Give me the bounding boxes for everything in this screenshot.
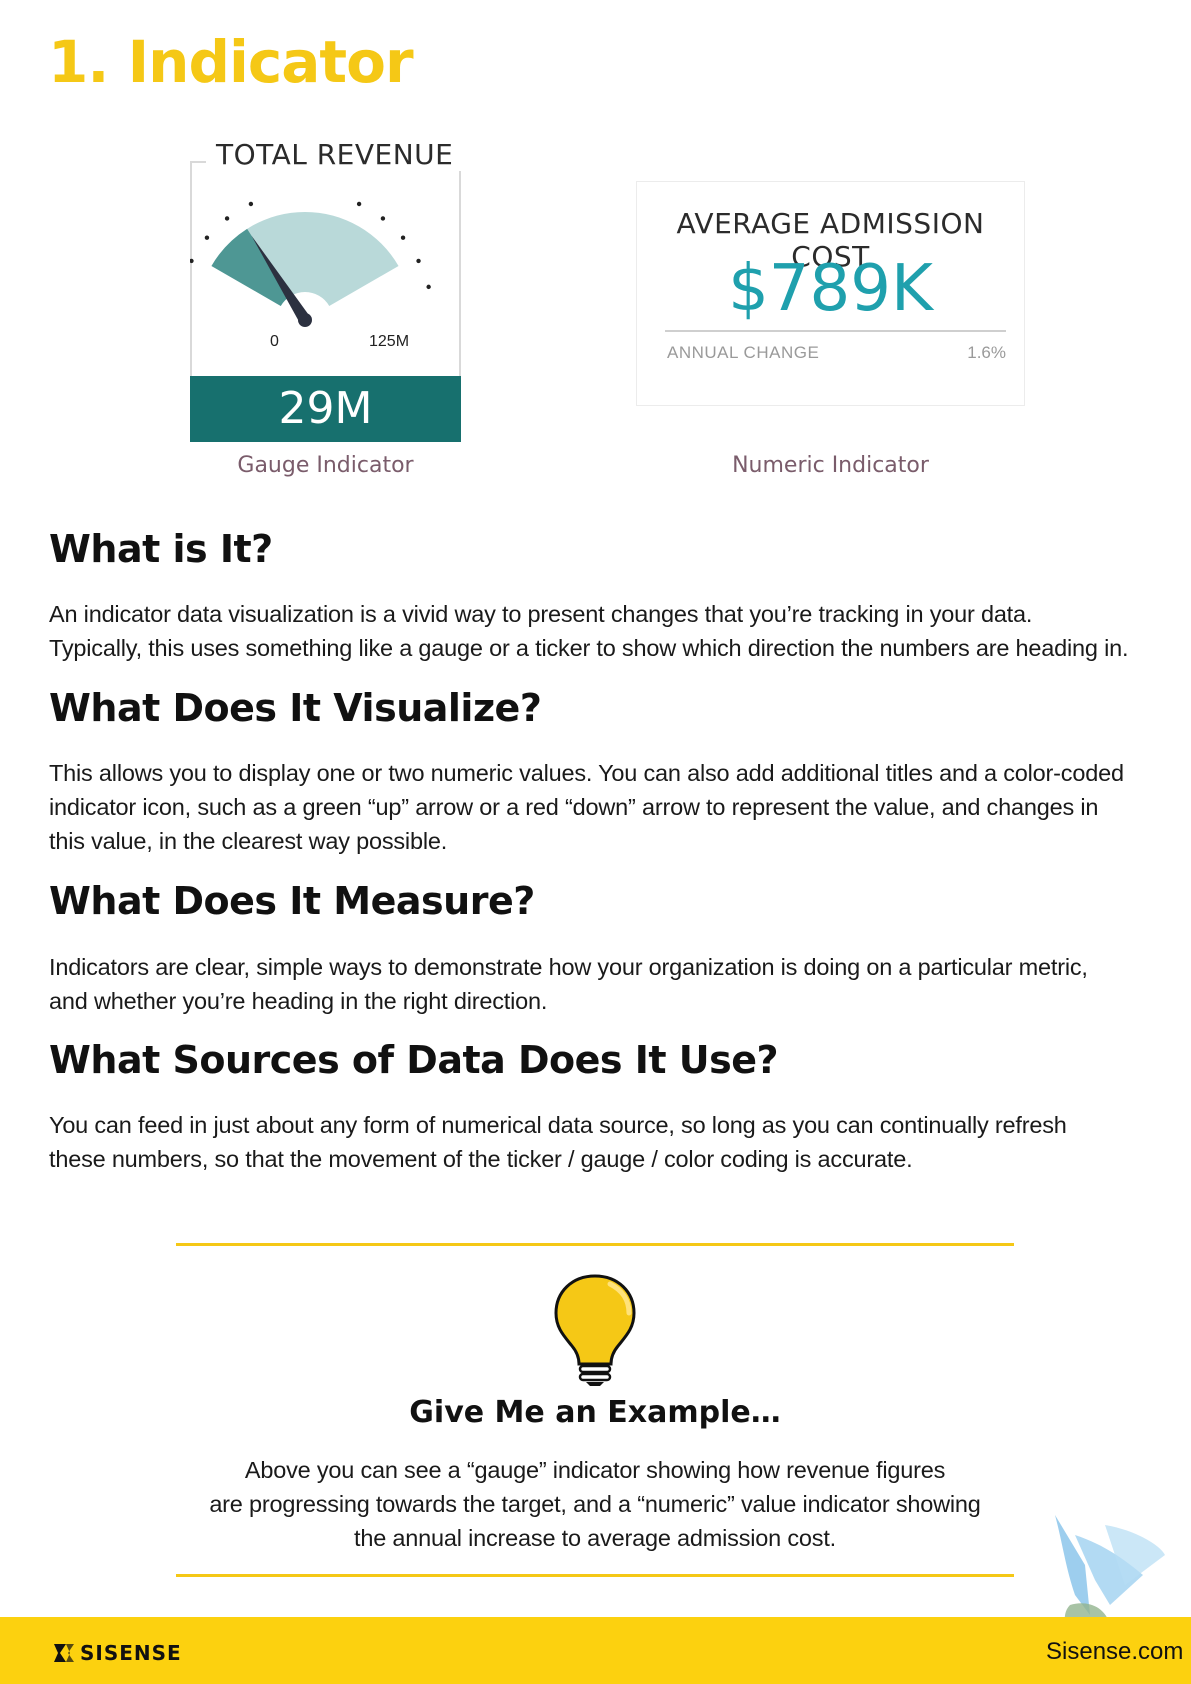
text-line: Above you can see a “gauge” indicator sh… [244, 1457, 946, 1483]
section-heading-visualize: What Does It Visualize? [49, 686, 542, 730]
text-line: the annual increase to average admission… [354, 1525, 836, 1551]
gauge-needle-hub [298, 313, 312, 327]
section-text-measure: Indicators are clear, simple ways to dem… [49, 950, 1159, 1018]
text-line: Typically, this uses something like a ga… [49, 635, 1129, 661]
gauge-max-label: 125M [369, 333, 410, 350]
text-line: this value, in the clearest way possible… [49, 828, 448, 854]
gauge-dial [190, 201, 431, 327]
text-line: indicator icon, such as a green “up” arr… [49, 794, 1099, 820]
gauge-tick [224, 216, 230, 221]
example-top-rule [176, 1243, 1014, 1246]
example-text: Above you can see a “gauge” indicator sh… [176, 1453, 1014, 1555]
text-line: This allows you to display one or two nu… [49, 760, 1124, 786]
gauge-tick [190, 258, 194, 264]
text-line: these numbers, so that the movement of t… [49, 1146, 913, 1172]
example-title: Give Me an Example… [409, 1395, 781, 1430]
numeric-divider [665, 330, 1006, 332]
gauge-tick [416, 258, 421, 264]
page-title: 1. Indicator [48, 28, 414, 96]
gauge-tick [356, 201, 362, 207]
section-heading-data-sources: What Sources of Data Does It Use? [49, 1038, 779, 1082]
sisense-logo-icon [54, 1644, 74, 1662]
numeric-sub-label: ANNUAL CHANGE [667, 343, 820, 362]
sisense-logo-text: SISENSE [80, 1641, 182, 1665]
footer-link[interactable]: Sisense.com [1046, 1638, 1183, 1666]
section-text-data-sources: You can feed in just about any form of n… [49, 1108, 1159, 1176]
text-line: Indicators are clear, simple ways to dem… [49, 954, 1088, 980]
numeric-sub-value: 1.6% [967, 343, 1006, 362]
gauge-tick [426, 284, 431, 290]
text-line: are progressing towards the target, and … [209, 1491, 981, 1517]
text-line: An indicator data visualization is a viv… [49, 601, 1033, 627]
gauge-caption: Gauge Indicator [237, 453, 414, 478]
section-heading-what-is-it: What is It? [49, 527, 273, 571]
text-line: You can feed in just about any form of n… [49, 1112, 1067, 1138]
lightbulb-icon [554, 1274, 636, 1386]
gauge-value: 29M [190, 376, 461, 442]
gauge-tick [380, 216, 386, 221]
numeric-value: $789K [728, 252, 933, 326]
section-text-what-is-it: An indicator data visualization is a viv… [49, 597, 1159, 665]
gauge-min-label: 0 [270, 333, 279, 350]
gauge-tick [204, 235, 210, 240]
numeric-caption: Numeric Indicator [732, 453, 929, 478]
section-heading-measure: What Does It Measure? [49, 879, 535, 923]
example-bottom-rule [176, 1574, 1014, 1577]
section-text-visualize: This allows you to display one or two nu… [49, 756, 1159, 858]
gauge-tick [248, 201, 254, 207]
text-line: and whether you’re heading in the right … [49, 988, 548, 1014]
gauge-title: TOTAL REVENUE [206, 138, 464, 171]
gauge-tick [400, 235, 406, 240]
